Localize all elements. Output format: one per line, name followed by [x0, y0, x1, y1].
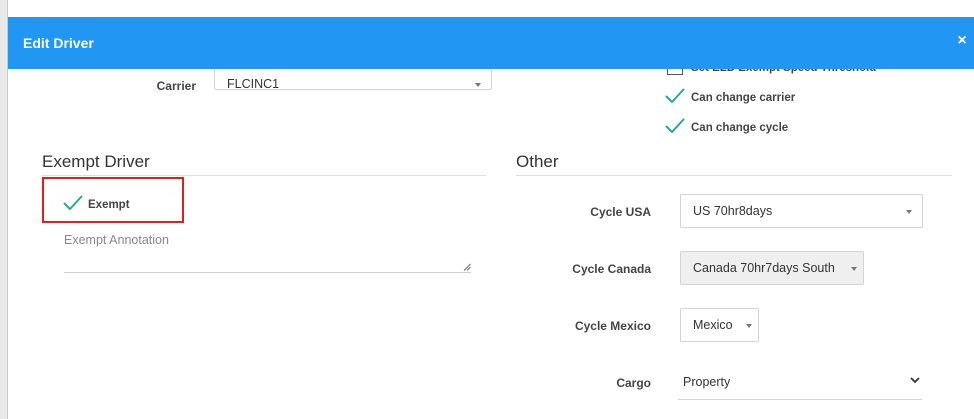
cycle-usa-label: Cycle USA	[590, 205, 651, 219]
permission-label: Can change cycle	[691, 122, 789, 134]
chevron-down-icon	[851, 267, 857, 271]
section-divider	[516, 175, 952, 176]
chevron-down-icon	[746, 324, 752, 328]
cycle-mexico-value: Mexico	[693, 318, 733, 332]
exempt-driver-heading: Exempt Driver	[42, 152, 150, 171]
other-heading: Other	[516, 152, 559, 171]
cycle-mexico-label: Cycle Mexico	[574, 319, 651, 333]
resize-handle-icon[interactable]	[463, 263, 471, 271]
window-edge	[0, 0, 8, 419]
annotation-underline	[64, 272, 471, 273]
cycle-usa-select[interactable]: US 70hr8days	[680, 194, 923, 228]
cycle-usa-value: US 70hr8days	[693, 204, 773, 218]
dialog-header: Edit Driver ×	[8, 17, 974, 69]
cycle-canada-value: Canada 70hr7days South	[693, 261, 835, 275]
section-divider	[42, 175, 486, 176]
dialog-title: Edit Driver	[23, 35, 94, 51]
chevron-down-icon	[475, 83, 481, 87]
chevron-down-icon	[910, 377, 920, 384]
carrier-value: FLCINC1	[227, 77, 280, 91]
cycle-canada-select[interactable]: Canada 70hr7days South	[680, 251, 864, 285]
exempt-annotation-placeholder: Exempt Annotation	[64, 233, 169, 247]
cycle-canada-label: Cycle Canada	[572, 262, 651, 276]
checkmark-icon	[665, 118, 685, 133]
checkmark-icon	[63, 195, 83, 210]
cargo-label: Cargo	[616, 376, 651, 390]
checkmark-icon	[665, 88, 685, 103]
exempt-label: Exempt	[88, 199, 130, 211]
cycle-mexico-select[interactable]: Mexico	[680, 308, 759, 342]
carrier-label: Carrier	[156, 79, 196, 93]
close-icon[interactable]: ×	[954, 32, 970, 50]
cargo-select[interactable]: Property	[678, 366, 922, 400]
permission-label: Can change carrier	[691, 92, 796, 104]
edit-driver-dialog: Carrier FLCINC1 Set ELD Exempt Speed Thr…	[8, 0, 974, 419]
cargo-value: Property	[683, 375, 731, 389]
chevron-down-icon	[906, 210, 912, 214]
